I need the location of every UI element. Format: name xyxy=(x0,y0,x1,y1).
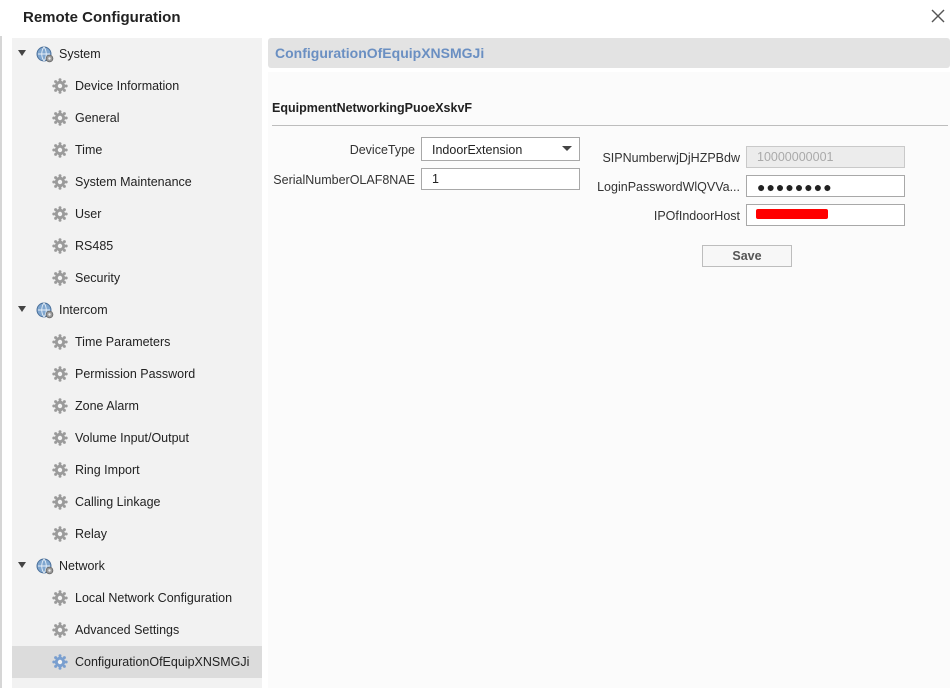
chevron-down-icon xyxy=(562,146,572,151)
gear-icon xyxy=(52,334,68,350)
sidebar-item-label: Volume Input/Output xyxy=(75,431,189,445)
login-password-value: ●●●●●●●● xyxy=(757,179,833,195)
gear-icon xyxy=(52,238,68,254)
sidebar-item-label: Time xyxy=(75,143,103,157)
caret-down-icon[interactable] xyxy=(18,306,26,312)
sidebar-item-relay[interactable]: Relay xyxy=(12,518,262,550)
serial-number-label: SerialNumberOLAF8NAE xyxy=(273,173,415,187)
sip-number-value: 10000000001 xyxy=(757,150,834,164)
sidebar-item-label: RS485 xyxy=(75,239,114,253)
sidebar-item-advanced-settings[interactable]: Advanced Settings xyxy=(12,614,262,646)
gear-icon xyxy=(52,398,68,414)
gear-icon xyxy=(52,494,68,510)
section-divider xyxy=(272,125,948,126)
device-type-label: DeviceType xyxy=(349,143,415,157)
sidebar-item-label: Security xyxy=(75,271,121,285)
sidebar-item-label: User xyxy=(75,207,102,221)
sidebar-item-security[interactable]: Security xyxy=(12,262,262,294)
sidebar-item-label: Device Information xyxy=(75,79,180,93)
gear-icon xyxy=(52,526,68,542)
serial-number-value: 1 xyxy=(432,172,439,186)
sidebar-item-volume-input-output[interactable]: Volume Input/Output xyxy=(12,422,262,454)
sidebar-item-label: Calling Linkage xyxy=(75,495,161,509)
sidebar-group-label: System xyxy=(59,47,101,61)
gear-icon xyxy=(52,462,68,478)
content-header: ConfigurationOfEquipXNSMGJi xyxy=(268,38,950,68)
sidebar-item-general[interactable]: General xyxy=(12,102,262,134)
sidebar-group-network[interactable]: Network xyxy=(12,550,262,582)
gear-icon xyxy=(52,206,68,222)
gear-icon xyxy=(52,110,68,126)
sip-number-input: 10000000001 xyxy=(746,146,905,168)
window-edge xyxy=(0,36,2,688)
window-title: Remote Configuration xyxy=(23,9,181,26)
sidebar-item-permission-password[interactable]: Permission Password xyxy=(12,358,262,390)
sidebar-item-label: Zone Alarm xyxy=(75,399,139,413)
globe-gear-icon xyxy=(36,45,54,63)
sidebar-item-system-maintenance[interactable]: System Maintenance xyxy=(12,166,262,198)
gear-icon xyxy=(52,622,68,638)
page-title: ConfigurationOfEquipXNSMGJi xyxy=(275,45,485,61)
gear-icon xyxy=(52,654,68,670)
sidebar-item-rs485[interactable]: RS485 xyxy=(12,230,262,262)
ip-indoor-host-label: IPOfIndoorHost xyxy=(653,209,740,223)
gear-icon xyxy=(52,78,68,94)
globe-gear-icon xyxy=(36,557,54,575)
sidebar-item-time[interactable]: Time xyxy=(12,134,262,166)
content-panel: EquipmentNetworkingPuoeXskvF DeviceType … xyxy=(268,72,950,688)
sidebar-item-ring-import[interactable]: Ring Import xyxy=(12,454,262,486)
save-button[interactable]: Save xyxy=(702,245,792,267)
sidebar-item-label: Advanced Settings xyxy=(75,623,180,637)
caret-down-icon[interactable] xyxy=(18,50,26,56)
caret-down-icon[interactable] xyxy=(18,562,26,568)
gear-icon xyxy=(52,142,68,158)
sidebar-item-calling-linkage[interactable]: Calling Linkage xyxy=(12,486,262,518)
sidebar-item-label: General xyxy=(75,111,120,125)
sip-number-label: SIPNumberwjDjHZPBdw xyxy=(602,151,740,165)
gear-icon xyxy=(52,174,68,190)
sidebar-item-local-network-configuration[interactable]: Local Network Configuration xyxy=(12,582,262,614)
sidebar-item-zone-alarm[interactable]: Zone Alarm xyxy=(12,390,262,422)
sidebar-item-label: Time Parameters xyxy=(75,335,171,349)
sidebar-item-time-parameters[interactable]: Time Parameters xyxy=(12,326,262,358)
sidebar-item-label: Local Network Configuration xyxy=(75,591,233,605)
gear-icon xyxy=(52,366,68,382)
serial-number-input[interactable]: 1 xyxy=(421,168,580,190)
globe-gear-icon xyxy=(36,301,54,319)
device-type-select[interactable]: IndoorExtension xyxy=(421,137,580,161)
login-password-label: LoginPasswordWlQVVa... xyxy=(597,180,740,194)
title-bar: Remote Configuration xyxy=(0,0,950,36)
gear-icon xyxy=(52,270,68,286)
sidebar-group-label: Network xyxy=(59,559,105,573)
close-icon[interactable] xyxy=(930,8,946,24)
section-title: EquipmentNetworkingPuoeXskvF xyxy=(272,101,473,115)
sidebar-tree: System Device Information General Time Syste… xyxy=(12,38,262,688)
redaction-mark xyxy=(756,209,828,219)
sidebar-item-device-information[interactable]: Device Information xyxy=(12,70,262,102)
sidebar-item-label: Relay xyxy=(75,527,107,541)
sidebar-item-label: Permission Password xyxy=(75,367,196,381)
sidebar-group-system[interactable]: System xyxy=(12,38,262,70)
sidebar-item-label: Ring Import xyxy=(75,463,140,477)
sidebar-item-label: System Maintenance xyxy=(75,175,192,189)
device-type-value: IndoorExtension xyxy=(432,143,523,157)
sidebar-group-intercom[interactable]: Intercom xyxy=(12,294,262,326)
sidebar-item-label: ConfigurationOfEquipXNSMGJi xyxy=(75,655,250,669)
sidebar-item-user[interactable]: User xyxy=(12,198,262,230)
sidebar-group-label: Intercom xyxy=(59,303,108,317)
sidebar-item-configurationofequipxnsmgji[interactable]: ConfigurationOfEquipXNSMGJi xyxy=(12,646,262,678)
gear-icon xyxy=(52,590,68,606)
login-password-input[interactable]: ●●●●●●●● xyxy=(746,175,905,197)
ip-indoor-host-input[interactable] xyxy=(746,204,905,226)
gear-icon xyxy=(52,430,68,446)
